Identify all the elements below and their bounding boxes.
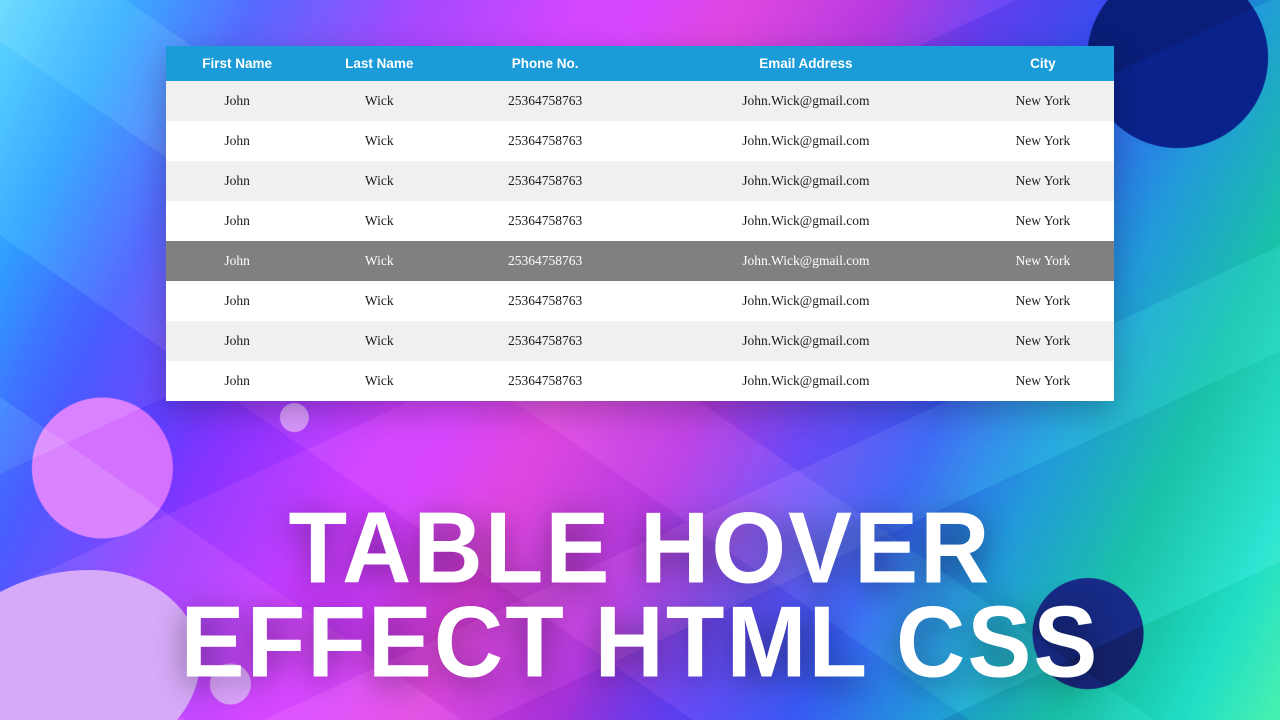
cell-last: Wick (308, 281, 450, 321)
cell-phone: 25364758763 (450, 201, 640, 241)
cell-last: Wick (308, 321, 450, 361)
cell-phone: 25364758763 (450, 161, 640, 201)
cell-first: John (166, 161, 308, 201)
title-line-1: TABLE HOVER (181, 499, 1100, 598)
cell-email: John.Wick@gmail.com (640, 161, 972, 201)
cell-first: John (166, 201, 308, 241)
table-row[interactable]: JohnWick25364758763John.Wick@gmail.comNe… (166, 81, 1114, 121)
cell-email: John.Wick@gmail.com (640, 201, 972, 241)
col-last-name: Last Name (308, 46, 450, 81)
table-body: JohnWick25364758763John.Wick@gmail.comNe… (166, 81, 1114, 401)
table-row[interactable]: JohnWick25364758763John.Wick@gmail.comNe… (166, 321, 1114, 361)
demo-table-container: First Name Last Name Phone No. Email Add… (166, 46, 1114, 401)
cell-first: John (166, 121, 308, 161)
cell-email: John.Wick@gmail.com (640, 121, 972, 161)
cell-first: John (166, 81, 308, 121)
cell-last: Wick (308, 241, 450, 281)
cell-last: Wick (308, 361, 450, 401)
cell-email: John.Wick@gmail.com (640, 361, 972, 401)
cell-city: New York (972, 121, 1114, 161)
col-city: City (972, 46, 1114, 81)
cell-city: New York (972, 81, 1114, 121)
table-row[interactable]: JohnWick25364758763John.Wick@gmail.comNe… (166, 201, 1114, 241)
cell-first: John (166, 281, 308, 321)
cell-email: John.Wick@gmail.com (640, 321, 972, 361)
cell-phone: 25364758763 (450, 121, 640, 161)
cell-last: Wick (308, 121, 450, 161)
cell-city: New York (972, 241, 1114, 281)
table-row[interactable]: JohnWick25364758763John.Wick@gmail.comNe… (166, 161, 1114, 201)
cell-phone: 25364758763 (450, 361, 640, 401)
cell-first: John (166, 241, 308, 281)
cell-phone: 25364758763 (450, 281, 640, 321)
table-header-row: First Name Last Name Phone No. Email Add… (166, 46, 1114, 81)
cell-first: John (166, 361, 308, 401)
table-row[interactable]: JohnWick25364758763John.Wick@gmail.comNe… (166, 281, 1114, 321)
col-first-name: First Name (166, 46, 308, 81)
col-email: Email Address (640, 46, 972, 81)
demo-table: First Name Last Name Phone No. Email Add… (166, 46, 1114, 401)
cell-city: New York (972, 361, 1114, 401)
cell-last: Wick (308, 81, 450, 121)
table-row[interactable]: JohnWick25364758763John.Wick@gmail.comNe… (166, 361, 1114, 401)
cell-city: New York (972, 201, 1114, 241)
title-line-2: EFFECT HTML CSS (181, 594, 1100, 693)
cell-phone: 25364758763 (450, 321, 640, 361)
col-phone: Phone No. (450, 46, 640, 81)
cell-phone: 25364758763 (450, 81, 640, 121)
page-title: TABLE HOVER EFFECT HTML CSS (181, 502, 1100, 690)
table-row[interactable]: JohnWick25364758763John.Wick@gmail.comNe… (166, 121, 1114, 161)
cell-first: John (166, 321, 308, 361)
cell-city: New York (972, 281, 1114, 321)
table-row[interactable]: JohnWick25364758763John.Wick@gmail.comNe… (166, 241, 1114, 281)
cell-phone: 25364758763 (450, 241, 640, 281)
cell-last: Wick (308, 161, 450, 201)
cell-email: John.Wick@gmail.com (640, 81, 972, 121)
cell-email: John.Wick@gmail.com (640, 241, 972, 281)
cell-email: John.Wick@gmail.com (640, 281, 972, 321)
cell-city: New York (972, 161, 1114, 201)
cell-last: Wick (308, 201, 450, 241)
cell-city: New York (972, 321, 1114, 361)
